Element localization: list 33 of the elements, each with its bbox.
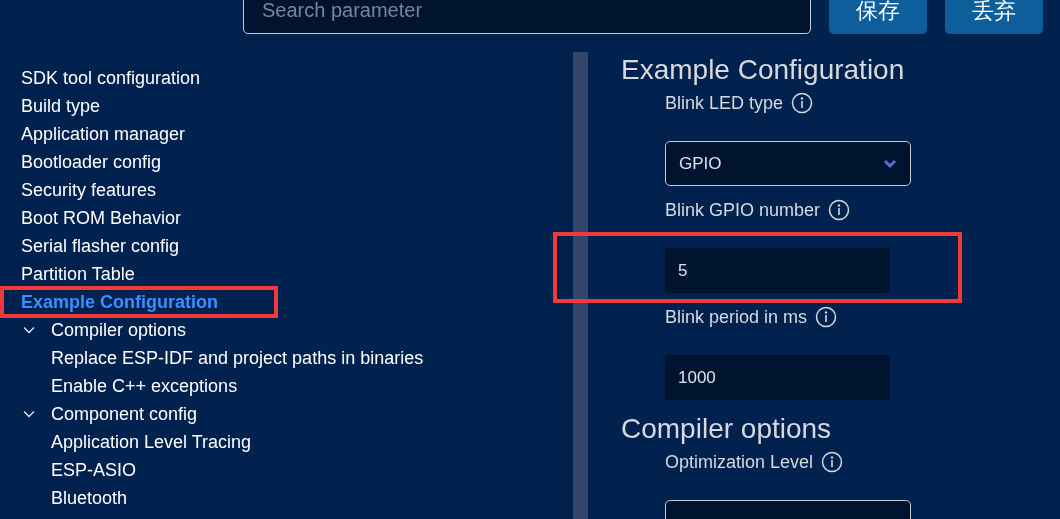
scrollbar[interactable] xyxy=(573,52,588,519)
field-label: Blink GPIO number xyxy=(665,198,821,222)
tree-item[interactable]: Security features xyxy=(21,176,157,204)
field-label: Blink period in ms xyxy=(665,305,808,329)
info-icon[interactable] xyxy=(828,199,851,221)
tree-item[interactable]: Example Configuration xyxy=(21,288,218,316)
chevron-down-icon xyxy=(883,158,897,169)
tree-item[interactable]: SDK tool configuration xyxy=(21,64,201,92)
tree-item[interactable]: Serial flasher config xyxy=(21,232,180,260)
tree-item[interactable]: Application Level Tracing xyxy=(51,428,252,456)
section-heading: Example Configuration xyxy=(621,53,906,87)
info-icon[interactable] xyxy=(821,451,844,473)
field-label: Optimization Level xyxy=(665,450,814,474)
number-input[interactable]: 1000 xyxy=(665,355,890,400)
tree-item[interactable]: Enable C++ exceptions xyxy=(51,372,238,400)
tree-item[interactable]: Bootloader config xyxy=(21,148,162,176)
tree-item[interactable]: Build type xyxy=(21,92,101,120)
tree-item[interactable]: ESP-ASIO xyxy=(51,456,137,484)
field-label: Blink LED type xyxy=(665,91,784,115)
tree-item[interactable]: Component config xyxy=(51,400,198,428)
tree-item[interactable]: Partition Table xyxy=(21,260,135,288)
search-field[interactable]: Search parameter xyxy=(243,0,811,34)
info-icon[interactable] xyxy=(815,306,838,328)
section-heading: Compiler options xyxy=(621,412,833,446)
tree-item[interactable]: Boot ROM Behavior xyxy=(21,204,182,232)
info-icon[interactable] xyxy=(791,92,814,114)
tree-item[interactable]: Replace ESP-IDF and project paths in binaries xyxy=(51,344,424,372)
select-field[interactable]: GPIO xyxy=(665,141,911,186)
tree-item[interactable]: Bluetooth xyxy=(51,484,128,512)
tree-item[interactable]: Application manager xyxy=(21,120,186,148)
action-button[interactable]: 保存 xyxy=(829,0,927,34)
tree-item[interactable]: Compiler options xyxy=(51,316,187,344)
number-input[interactable]: 5 xyxy=(665,248,890,293)
